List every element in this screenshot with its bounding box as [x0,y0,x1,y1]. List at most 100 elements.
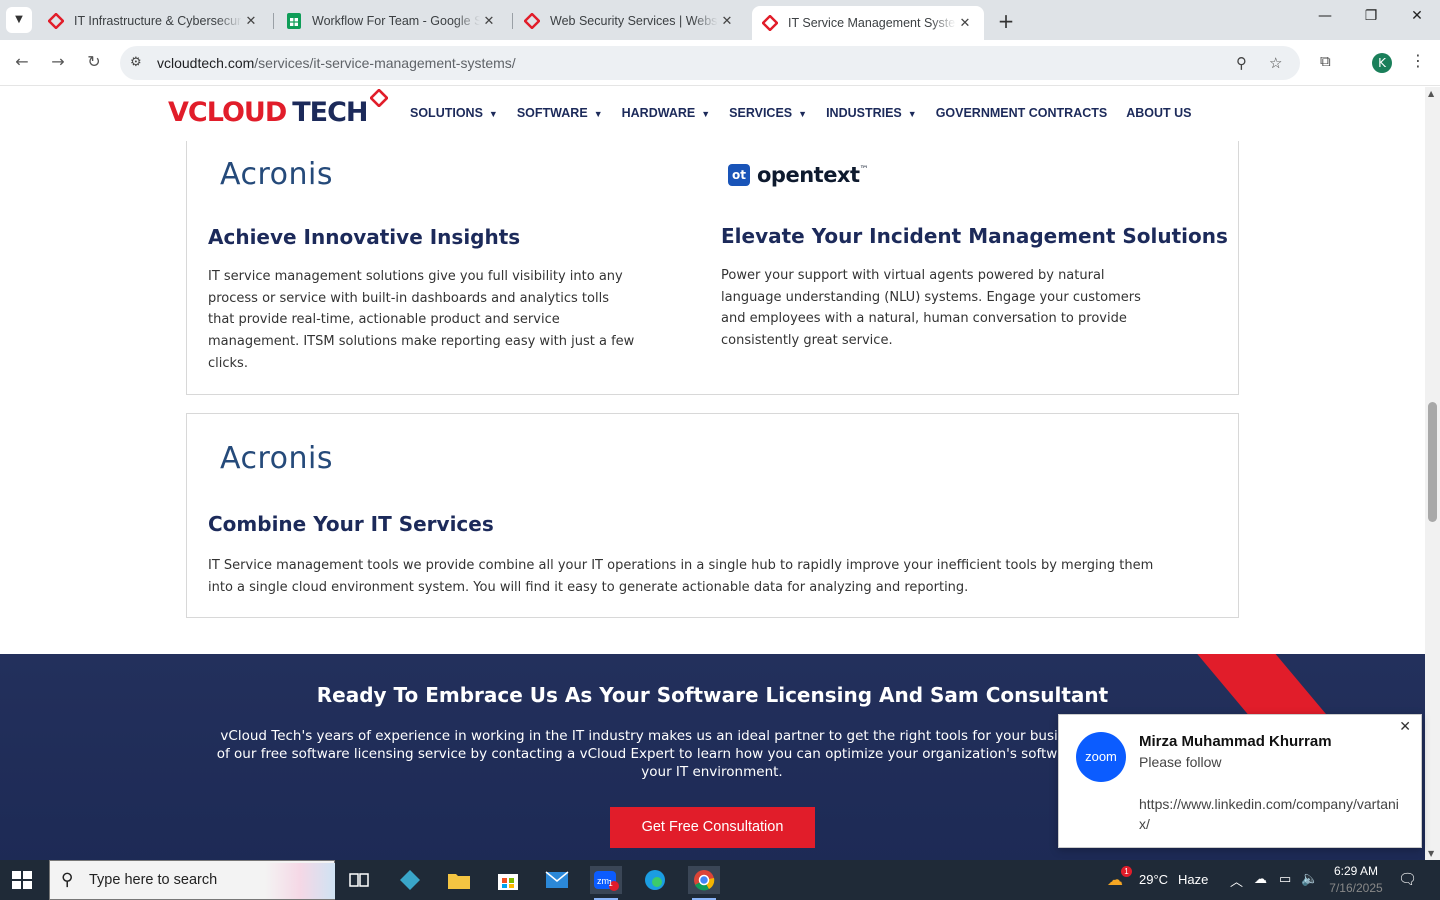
url-text[interactable]: vcloudtech.com/services/it-service-manag… [157,55,516,71]
volume-icon[interactable]: 🔈 [1301,870,1318,887]
logo-text-main: VCLOUD [168,97,287,128]
address-bar[interactable]: ⚙ vcloudtech.com/services/it-service-man… [120,46,1300,80]
tab-workflow-sheets[interactable]: Workflow For Team - Google Sheets ✕ [276,6,508,36]
acronis-logo: Acronis [220,441,333,476]
microsoft-store-icon[interactable] [492,866,524,894]
scroll-down-icon[interactable]: ▼ [1428,849,1434,858]
caret-down-icon: ▼ [593,109,603,119]
forward-arrow-icon[interactable]: → [47,52,69,71]
scroll-up-icon[interactable]: ▲ [1428,89,1434,98]
new-tab-plus-icon[interactable]: + [996,9,1016,33]
url-path: /services/it-service-management-systems/ [254,55,516,71]
tab-it-infrastructure[interactable]: IT Infrastructure & Cybersecurity ✕ [38,6,270,36]
tab-close-icon[interactable]: ✕ [480,14,498,29]
search-placeholder: Type here to search [89,872,218,888]
site-logo[interactable]: VCLOUD TECH [168,97,369,128]
caret-down-icon: ▼ [798,109,808,119]
tab-title: Workflow For Team - Google Sheets [312,14,480,28]
card-heading: Combine Your IT Services [208,512,494,536]
restore-window-icon[interactable]: ❐ [1359,8,1383,24]
notifications-icon[interactable]: 🗨 [1398,870,1417,888]
weather-temp: 29°C [1139,872,1169,887]
network-icon[interactable]: ▭ [1279,871,1291,887]
search-icon: ⚲ [61,870,74,890]
page-scrollbar[interactable]: ▲ ▼ [1425,87,1440,860]
url-domain: vcloudtech.com [157,55,255,71]
nav-services[interactable]: SERVICES ▼ [729,106,807,120]
nav-about-us[interactable]: ABOUT US [1126,106,1191,120]
opentext-wordmark: opentext [757,163,860,187]
clock-time: 6:29 AM [1333,864,1379,878]
nav-label: SOFTWARE [516,106,588,120]
onedrive-cloud-icon[interactable]: ☁ [1254,871,1267,887]
windows-start-icon[interactable] [12,871,32,889]
opentext-logo: ot opentext ™ [728,163,869,187]
reload-icon[interactable]: ↻ [83,52,105,71]
logo-text-second: TECH [292,97,368,128]
taskbar-search-box[interactable]: ⚲ Type here to search [49,860,335,900]
tab-close-icon[interactable]: ✕ [242,14,260,29]
site-header: VCLOUD TECH SOLUTIONS ▼ SOFTWARE ▼ HARDWARE… [0,87,1425,141]
site-info-icon[interactable]: ⚙ [130,55,142,70]
google-sheets-icon [286,13,302,29]
card-heading: Achieve Innovative Insights [208,225,521,249]
search-highlight-art [265,863,335,899]
file-explorer-icon[interactable] [443,866,475,894]
tab-close-icon[interactable]: ✕ [956,16,974,31]
zoom-magnifier-icon[interactable]: ⚲ [1236,54,1247,72]
trademark-symbol: ™ [859,165,869,175]
zoom-taskbar-icon[interactable]: zm 1 [590,866,622,900]
windows-taskbar: ⚲ Type here to search zm 1 ☁ 1 29°C Haze… [0,860,1440,900]
main-nav: SOLUTIONS ▼ SOFTWARE ▼ HARDWARE ▼ SERVICES ▼… [410,106,1211,120]
get-free-consultation-button[interactable]: Get Free Consultation [610,807,815,848]
weather-badge: 1 [1121,866,1132,877]
chevron-up-icon[interactable]: ︿ [1230,871,1243,890]
tab-search-button[interactable]: ▼ [6,7,32,33]
zoom-app-icon: zoom [1076,732,1126,782]
browser-menu-icon[interactable]: ⋮ [1410,51,1426,70]
task-view-icon[interactable] [343,866,375,894]
scrollbar-thumb[interactable] [1428,402,1437,522]
card-body: IT Service management tools we provide c… [208,558,1154,595]
bookmark-star-icon[interactable]: ☆ [1269,54,1282,72]
profile-avatar[interactable]: K [1372,53,1392,73]
tab-separator [512,13,513,29]
opentext-mark-icon: ot [728,164,750,186]
close-window-icon[interactable]: ✕ [1405,8,1429,24]
edge-browser-icon[interactable] [639,866,671,894]
nav-industries[interactable]: INDUSTRIES ▼ [826,106,917,120]
back-arrow-icon[interactable]: ← [11,52,33,71]
caret-down-icon: ▼ [701,109,711,119]
feature-card: Acronis Combine Your IT Services IT Serv… [186,413,1239,618]
system-clock[interactable]: 6:29 AM 7/16/2025 [1326,863,1386,897]
notification-link[interactable]: https://www.linkedin.com/company/vartani… [1139,794,1407,834]
acronis-logo: Acronis [220,157,333,192]
tab-web-security[interactable]: Web Security Services | Website ✕ [514,6,746,36]
nav-hardware[interactable]: HARDWARE ▼ [622,106,711,120]
nav-solutions[interactable]: SOLUTIONS ▼ [410,106,498,120]
nav-label: SOLUTIONS [410,106,483,120]
caret-down-icon: ▼ [907,109,917,119]
tab-separator [273,13,274,29]
minimize-window-icon[interactable]: — [1313,8,1337,24]
tab-it-service-management[interactable]: IT Service Management Systems ✕ [752,6,984,40]
zoom-badge: 1 [608,879,614,888]
tab-title: IT Service Management Systems [788,16,956,30]
extensions-puzzle-icon[interactable]: ⧉ [1320,52,1331,70]
mail-icon[interactable] [541,866,573,894]
notification-message: Please follow [1139,754,1222,770]
nav-label: SERVICES [729,106,793,120]
tab-title: IT Infrastructure & Cybersecurity [74,14,242,28]
nav-software[interactable]: SOFTWARE ▼ [517,106,603,120]
vcloud-favicon-icon [48,13,64,29]
caret-down-icon: ▼ [488,109,498,119]
close-icon[interactable]: ✕ [1399,719,1411,735]
tab-close-icon[interactable]: ✕ [718,14,736,29]
tab-title: Web Security Services | Website [550,14,718,28]
nav-government-contracts[interactable]: GOVERNMENT CONTRACTS [936,106,1108,120]
notification-sender: Mirza Muhammad Khurram [1139,733,1332,750]
browser-toolbar: ← → ↻ ⚙ vcloudtech.com/services/it-servi… [0,40,1440,86]
chrome-taskbar-icon[interactable] [688,866,720,900]
app-diamond-icon[interactable] [394,866,426,894]
zoom-notification[interactable]: zoom ✕ Mirza Muhammad Khurram Please fol… [1058,714,1422,848]
